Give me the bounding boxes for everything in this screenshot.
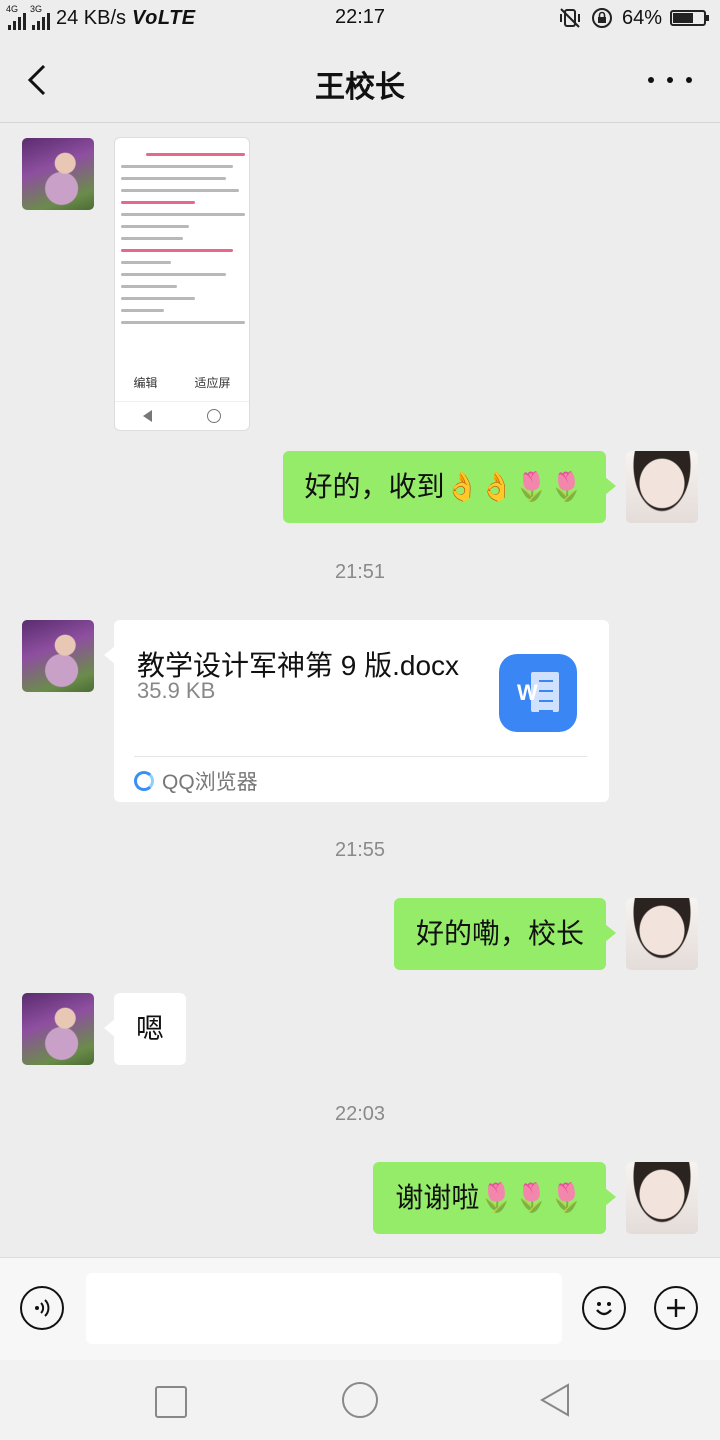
timestamp: 21:51: [334, 561, 386, 583]
back-triangle-icon: [142, 410, 152, 422]
home-circle-icon: [207, 409, 222, 423]
word-document-icon: W: [499, 654, 577, 732]
rotation-lock-icon: [591, 8, 612, 28]
timestamp: 21:55: [334, 839, 386, 861]
my-avatar[interactable]: [626, 898, 698, 970]
divider: [134, 756, 587, 757]
chat-title: 王校长: [315, 71, 405, 104]
voice-waves-icon: [35, 1299, 50, 1317]
file-source-label: QQ浏览器: [162, 771, 258, 794]
plus-sign-icon: [667, 1299, 685, 1317]
system-navigation-bar: [0, 1360, 720, 1440]
back-triangle-icon[interactable]: [538, 1382, 572, 1418]
image-toolbar-fit: 适应屏: [194, 375, 231, 390]
qq-browser-icon: [134, 771, 154, 791]
contact-avatar[interactable]: [22, 138, 94, 210]
vibrate-off-icon: [559, 8, 580, 28]
battery-fill: [673, 13, 694, 23]
input-bar: [0, 1257, 720, 1360]
recents-square-icon[interactable]: [155, 1386, 187, 1418]
file-size: 35.9 KB: [137, 678, 216, 703]
image-message[interactable]: 编辑 适应屏: [114, 137, 250, 431]
message-bubble-mine[interactable]: 好的，收到👌👌🌷🌷: [282, 451, 617, 523]
smiley-face-icon: [596, 1302, 612, 1316]
message-bubble-mine[interactable]: 好的嘞，校长: [393, 898, 617, 970]
my-avatar[interactable]: [626, 1162, 698, 1234]
message-bubble-theirs[interactable]: 嗯: [103, 993, 187, 1065]
file-message-card[interactable]: 教学设计军神第 9 版.docx 35.9 KB W QQ浏览器: [104, 620, 609, 802]
my-avatar[interactable]: [626, 451, 698, 523]
emoji-icon[interactable]: [582, 1286, 626, 1330]
chat-area[interactable]: 编辑 适应屏 好的，收到👌👌🌷🌷 21:51 教学设计军神第 9 版.docx …: [0, 123, 720, 1257]
message-input[interactable]: [86, 1273, 562, 1344]
status-bar: 4G 3G 24 KB/s VoLTE 22:17 64%: [0, 0, 720, 38]
image-toolbar-edit: 编辑: [133, 375, 158, 390]
home-circle-icon[interactable]: [342, 1382, 378, 1418]
word-icon-letter: W: [517, 680, 538, 705]
battery-percent: 64%: [621, 6, 662, 29]
chat-header: 王校长: [0, 38, 720, 123]
plus-icon[interactable]: [654, 1286, 698, 1330]
contact-avatar[interactable]: [22, 993, 94, 1065]
battery-icon: [670, 10, 709, 26]
voice-icon[interactable]: [20, 1286, 64, 1330]
message-bubble-mine[interactable]: 谢谢啦🌷🌷🌷: [373, 1162, 616, 1234]
contact-avatar[interactable]: [22, 620, 94, 692]
timestamp: 22:03: [334, 1103, 386, 1125]
more-dots-icon[interactable]: [648, 62, 692, 98]
